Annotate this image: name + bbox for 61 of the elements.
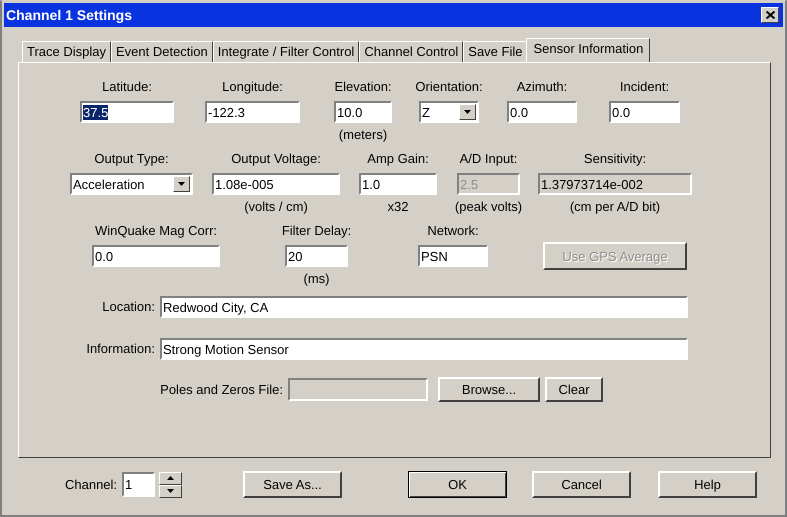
field-label: Poles and Zeros File: [159,382,283,398]
unit-label: (peak volts) [454,199,522,215]
field-label: Latitude: [102,79,152,95]
text-field[interactable]: 1 [122,472,156,497]
button[interactable]: Help [658,471,758,498]
button[interactable]: Browse... [438,377,540,402]
field-label: Elevation: [334,79,392,95]
text-field[interactable]: Redwood City, CA [160,296,688,318]
button[interactable]: Cancel [532,471,632,498]
unit-label: (ms) [304,271,330,287]
window-title: Channel 1 Settings [6,7,132,23]
field-label: Sensitivity: [584,151,646,167]
field-label: Azimuth: [516,79,568,95]
unit-label: (meters) [338,127,388,143]
field-label: Longitude: [222,79,283,95]
text-field[interactable]: PSN [418,245,488,267]
tab[interactable]: Event Detection [110,41,213,62]
text-field[interactable] [288,378,428,401]
text-field[interactable]: -122.3 [205,101,300,123]
text-field[interactable]: 0.0 [609,101,680,123]
field-label: Orientation: [415,79,483,95]
field-label: A/D Input: [460,151,518,167]
dropdown-arrow-icon [178,182,185,186]
tab[interactable]: Sensor Information [526,38,650,62]
field-label: Amp Gain: [367,151,429,167]
close-button[interactable] [761,7,779,23]
field-label: Filter Delay: [282,223,352,239]
button[interactable]: OK [408,471,508,498]
field-label: Network: [427,223,479,239]
field-label: Information: [85,341,155,357]
tab[interactable]: Trace Display [22,41,111,62]
text-field[interactable]: 37.5 [80,101,174,123]
text-field[interactable]: Strong Motion Sensor [160,338,688,360]
down-arrow-icon [167,489,174,493]
dropdown-arrow-icon [464,110,471,114]
text-field[interactable]: 0.0 [507,101,577,123]
text-field[interactable]: 1.0 [359,173,437,195]
text-field[interactable]: 1.37973714e-002 [538,173,692,195]
spin-up-button[interactable] [159,472,182,484]
unit-label: (cm per A/D bit) [570,199,660,215]
text-field[interactable]: 0.0 [92,245,220,267]
dropdown[interactable]: Z [419,101,479,123]
unit-label: x32 [388,199,408,215]
tab[interactable]: Channel Control [359,41,464,62]
field-label: Channel: [65,476,118,492]
field-label: Location: [101,299,155,315]
text-field[interactable]: 1.08e-005 [212,173,340,195]
button[interactable]: Clear [545,377,603,402]
close-icon [766,11,774,19]
field-label: Output Voltage: [231,151,321,167]
field-label: Output Type: [94,151,169,167]
dropdown[interactable]: Acceleration [70,173,193,195]
tab[interactable]: Integrate / Filter Control [212,41,360,62]
field-label: Incident: [620,79,670,95]
text-field[interactable]: 20 [285,245,348,267]
text-field[interactable]: 10.0 [334,101,392,123]
spin-down-button[interactable] [159,484,182,498]
field-label: WinQuake Mag Corr: [94,223,218,239]
up-arrow-icon [167,476,174,480]
button[interactable]: Save As... [243,471,342,498]
unit-label: (volts / cm) [244,199,308,215]
